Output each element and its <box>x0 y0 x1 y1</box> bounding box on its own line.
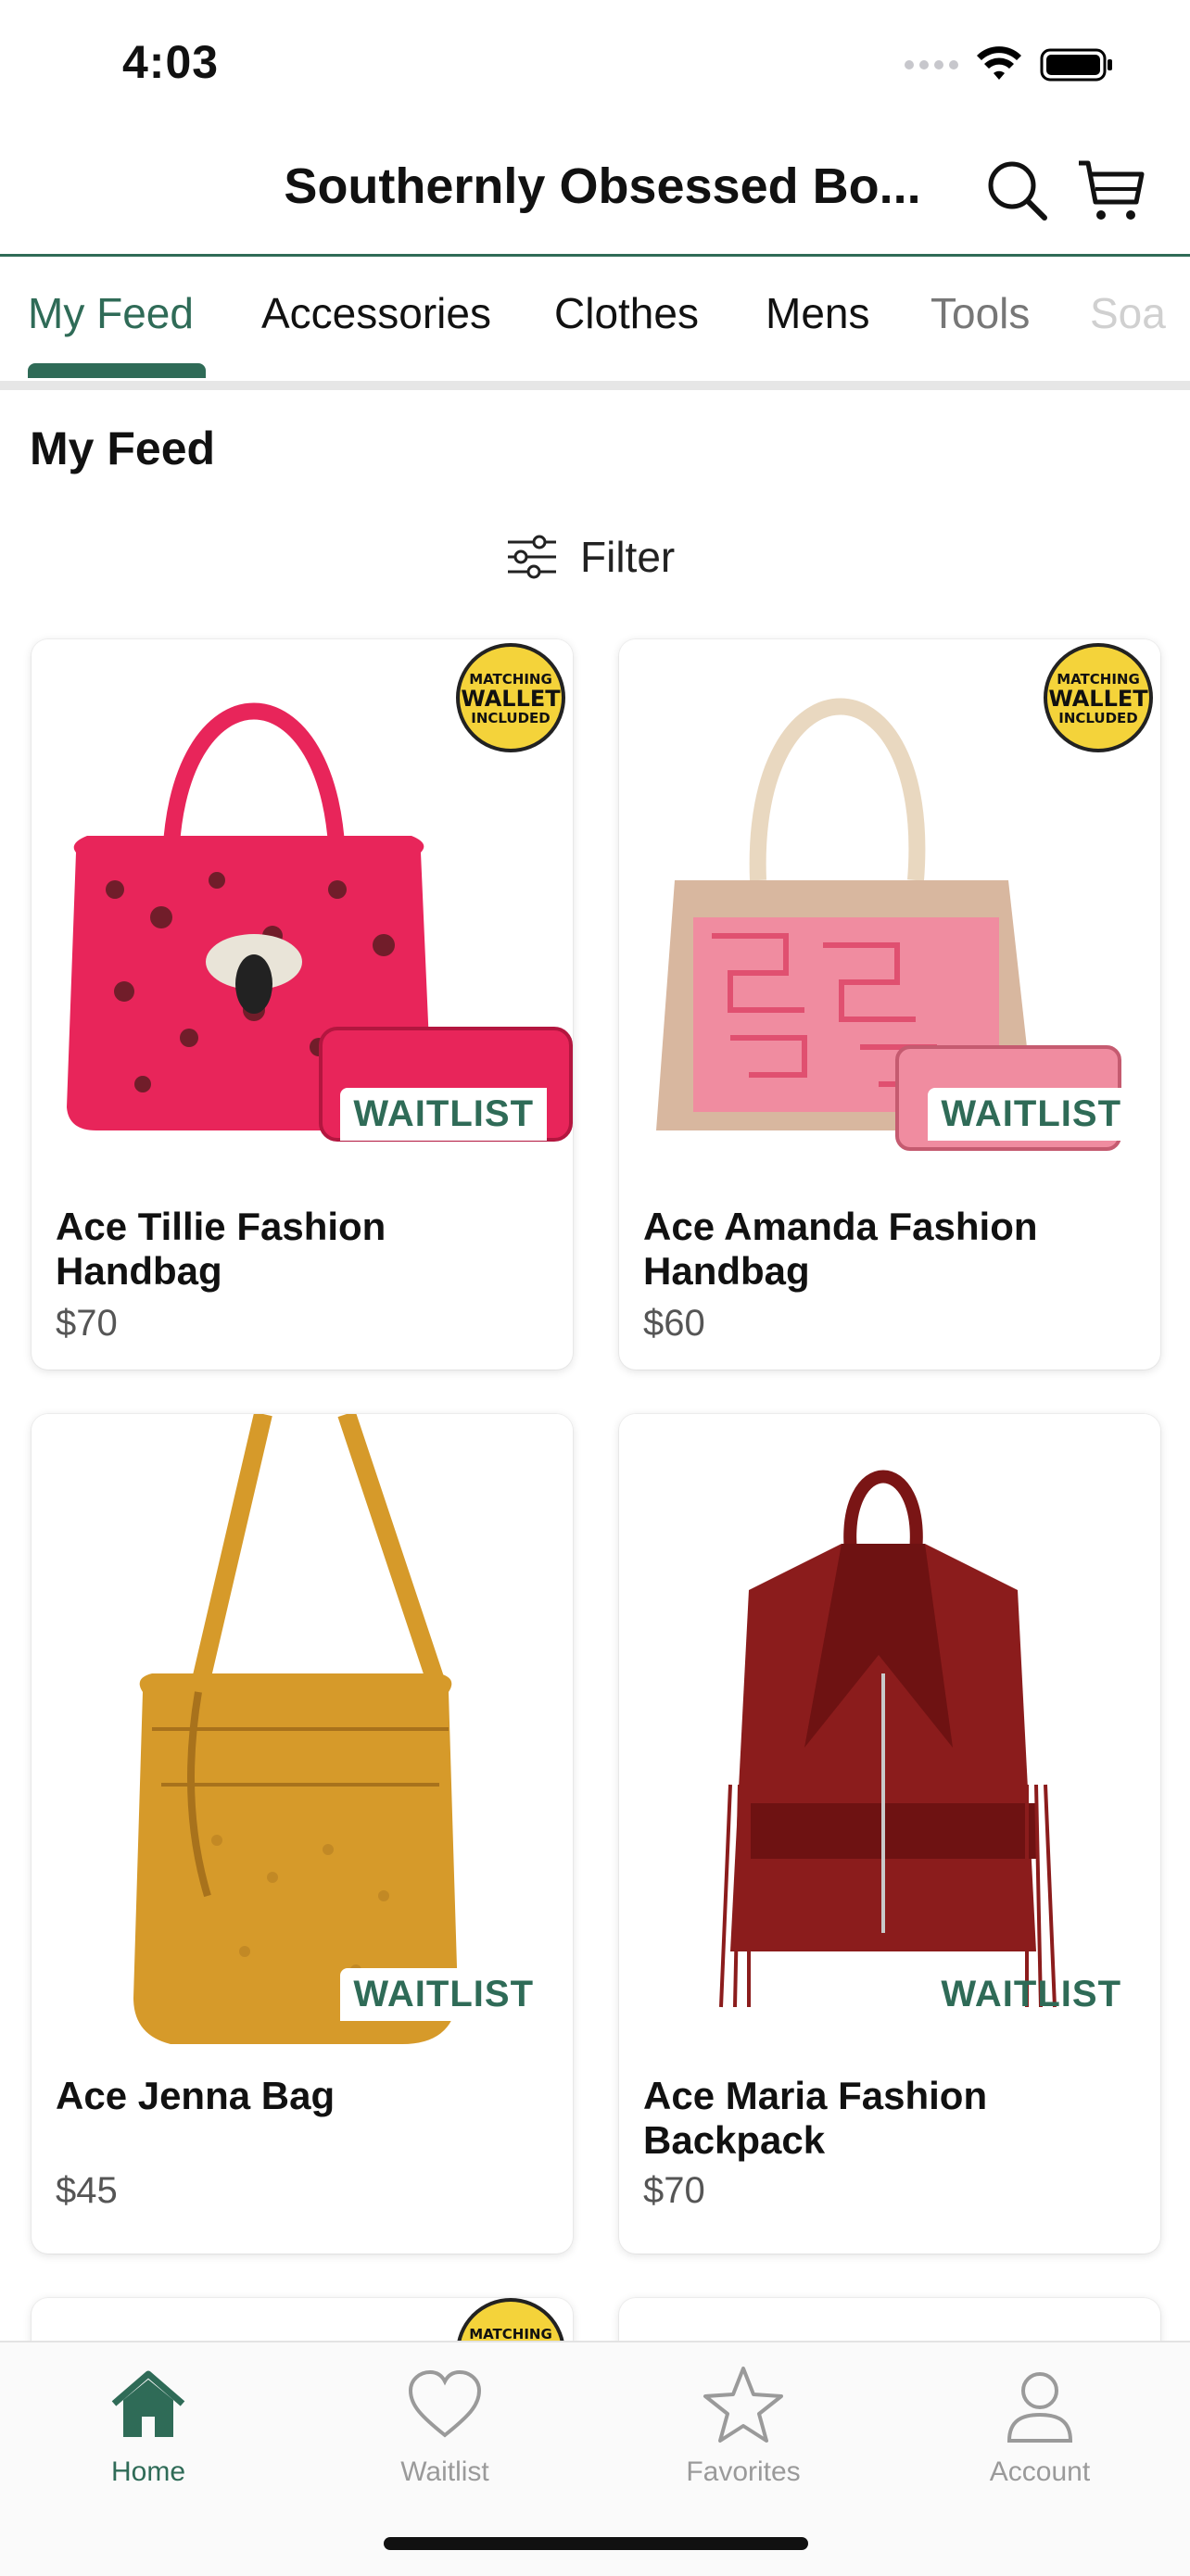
waitlist-label: WAITLIST <box>941 1974 1121 2014</box>
feed-title: My Feed <box>30 423 216 474</box>
filter-label: Filter <box>580 533 676 581</box>
app-header: Southernly Obsessed Bo... <box>0 130 1190 257</box>
battery-icon <box>1040 48 1112 82</box>
tab-clothes[interactable]: Clothes <box>554 288 699 338</box>
active-tab-indicator <box>28 363 206 378</box>
tab-soaps[interactable]: Soa <box>1090 288 1166 338</box>
waitlist-label: WAITLIST <box>340 1088 547 1141</box>
product-image[interactable]: WAITLIST <box>619 1414 1160 2044</box>
tab-my-feed[interactable]: My Feed <box>28 288 194 338</box>
product-card[interactable]: WAITLIST Ace Maria Fashion Backpack $70 <box>619 1414 1160 2254</box>
home-indicator[interactable] <box>384 2537 808 2550</box>
search-button[interactable] <box>982 156 1053 226</box>
tab-tools[interactable]: Tools <box>930 288 1030 338</box>
product-image[interactable]: MATCHING WALLET INCLUDED WAITLIST <box>32 639 573 1158</box>
product-price: $70 <box>56 1303 118 1344</box>
home-icon <box>111 2370 185 2437</box>
star-icon <box>703 2367 783 2443</box>
waitlist-label: WAITLIST <box>340 1968 547 2021</box>
product-card[interactable]: MATCHING WALLET INCLUDED WAITLIST Ace Till… <box>32 639 573 1370</box>
nav-account[interactable]: Account <box>947 2363 1133 2488</box>
product-price: $60 <box>643 1303 705 1344</box>
category-tabs: My Feed Accessories Clothes Mens Tools S… <box>0 257 1190 381</box>
product-card[interactable]: MATCHING WALLET INCLUDED WAITLIST Ace Aman… <box>619 639 1160 1370</box>
status-icons <box>905 46 1114 83</box>
search-icon <box>988 161 1047 221</box>
person-icon <box>1006 2372 1073 2443</box>
product-title[interactable]: Ace Maria Fashion Backpack <box>643 2074 1144 2163</box>
nav-waitlist[interactable]: Waitlist <box>352 2363 538 2488</box>
crossbody-bag-image <box>133 1414 458 2044</box>
product-title[interactable]: Ace Jenna Bag <box>56 2074 556 2118</box>
heart-icon <box>408 2369 482 2438</box>
product-card[interactable]: WAITLIST Ace Jenna Bag $45 <box>32 1414 573 2254</box>
backpack-image <box>719 1470 1057 2008</box>
wifi-icon <box>977 46 1021 80</box>
tabs-divider <box>0 381 1190 390</box>
filter-button[interactable]: Filter <box>506 532 675 582</box>
matching-wallet-badge: MATCHING WALLET INCLUDED <box>456 643 565 752</box>
product-title[interactable]: Ace Tillie Fashion Handbag <box>56 1205 556 1294</box>
status-time: 4:03 <box>122 36 220 88</box>
status-bar: 4:03 <box>0 0 1190 130</box>
product-price: $70 <box>643 2170 705 2211</box>
filter-sliders-icon <box>508 535 556 579</box>
product-image[interactable]: WAITLIST <box>32 1414 573 2044</box>
waitlist-label: WAITLIST <box>928 1088 1134 1141</box>
matching-wallet-badge: MATCHING WALLET INCLUDED <box>1044 643 1153 752</box>
tab-mens[interactable]: Mens <box>766 288 869 338</box>
store-title: Southernly Obsessed Bo... <box>284 158 921 214</box>
product-image[interactable]: MATCHING WALLET INCLUDED WAITLIST <box>619 639 1160 1158</box>
cart-icon <box>1079 160 1145 220</box>
nav-favorites[interactable]: Favorites <box>651 2363 836 2488</box>
nav-home[interactable]: Home <box>56 2363 241 2488</box>
cellular-signal-icon <box>905 60 958 69</box>
tab-accessories[interactable]: Accessories <box>261 288 491 338</box>
product-title[interactable]: Ace Amanda Fashion Handbag <box>643 1205 1144 1294</box>
cart-button[interactable] <box>1075 156 1146 226</box>
product-price: $45 <box>56 2170 118 2211</box>
